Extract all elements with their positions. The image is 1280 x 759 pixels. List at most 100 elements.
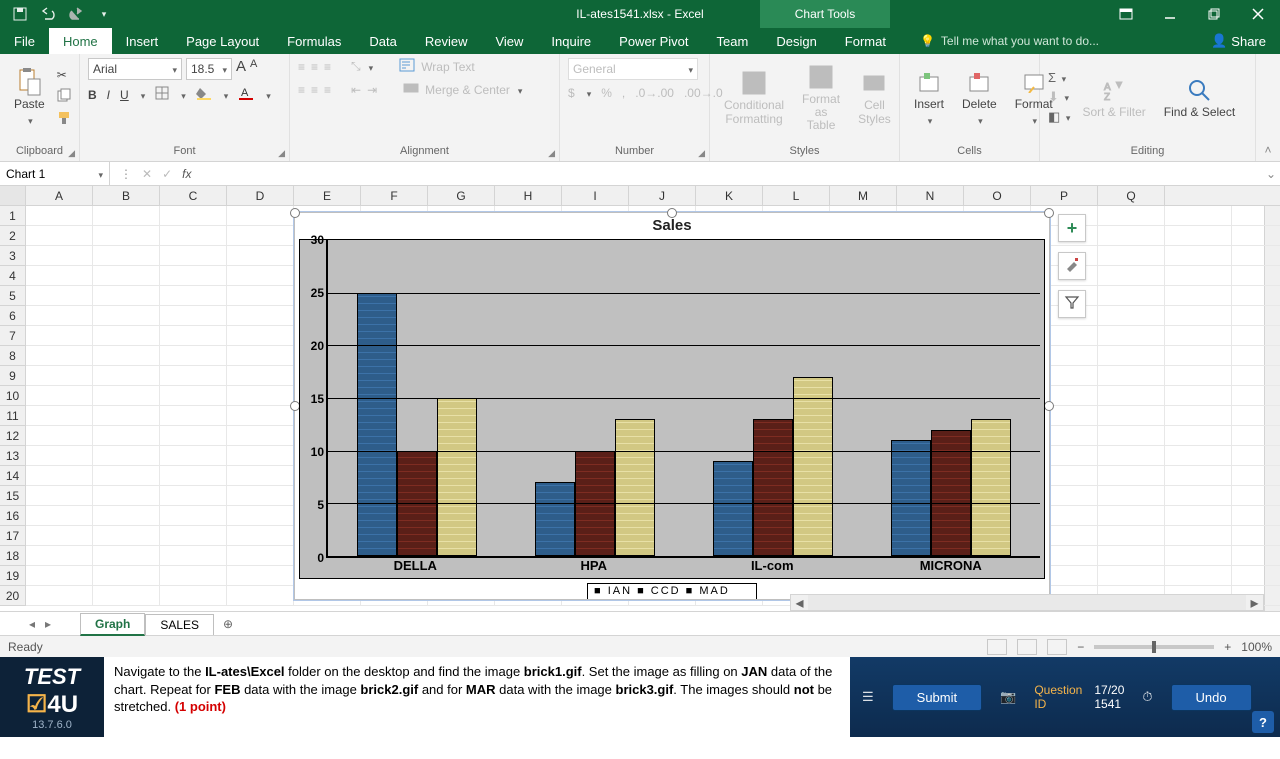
select-all-triangle[interactable]	[0, 186, 26, 205]
column-header[interactable]: C	[160, 186, 227, 205]
sheet-tab-sales[interactable]: SALES	[145, 614, 214, 635]
undo-button[interactable]: Undo	[1171, 684, 1252, 711]
normal-view-icon[interactable]	[987, 639, 1007, 655]
format-painter-icon[interactable]	[57, 111, 71, 128]
camera-icon[interactable]: 📷	[1000, 689, 1016, 705]
chart-bar[interactable]	[713, 461, 753, 556]
column-header[interactable]: F	[361, 186, 428, 205]
row-header[interactable]: 4	[0, 266, 25, 286]
wrap-text-icon[interactable]	[399, 58, 415, 75]
copy-icon[interactable]	[57, 88, 71, 105]
minimize-icon[interactable]	[1148, 0, 1192, 28]
row-header[interactable]: 7	[0, 326, 25, 346]
tab-format[interactable]: Format	[831, 28, 900, 54]
fill-color-icon[interactable]	[196, 86, 212, 103]
zoom-out-icon[interactable]: −	[1077, 640, 1084, 654]
tab-view[interactable]: View	[481, 28, 537, 54]
chart-y-axis[interactable]: 051015202530	[300, 240, 326, 558]
ribbon-display-options-icon[interactable]	[1104, 0, 1148, 28]
cancel-formula-icon[interactable]: ✕	[142, 167, 152, 181]
underline-button[interactable]: U	[120, 88, 129, 102]
dialog-launcher-icon[interactable]: ◢	[548, 148, 555, 159]
row-header[interactable]: 5	[0, 286, 25, 306]
tab-inquire[interactable]: Inquire	[537, 28, 605, 54]
enter-formula-icon[interactable]: ✓	[162, 167, 172, 181]
row-header[interactable]: 15	[0, 486, 25, 506]
qat-customize-icon[interactable]: ▾	[92, 3, 116, 25]
font-size-combo[interactable]: 18.5	[186, 58, 232, 80]
row-header[interactable]: 17	[0, 526, 25, 546]
row-header[interactable]: 11	[0, 406, 25, 426]
sheet-tab-graph[interactable]: Graph	[80, 613, 145, 636]
decrease-font-icon[interactable]: A	[250, 58, 257, 80]
row-header[interactable]: 8	[0, 346, 25, 366]
column-header[interactable]: G	[428, 186, 495, 205]
column-header[interactable]: B	[93, 186, 160, 205]
font-color-icon[interactable]: A	[238, 86, 254, 103]
resize-handle[interactable]	[290, 208, 300, 218]
row-header[interactable]: 20	[0, 586, 25, 606]
expand-formula-bar-icon[interactable]: ⌄	[1262, 162, 1280, 185]
paste-button[interactable]: Paste	[8, 64, 51, 130]
row-header[interactable]: 10	[0, 386, 25, 406]
resize-handle[interactable]	[667, 208, 677, 218]
name-box[interactable]: Chart 1	[0, 162, 110, 185]
tab-review[interactable]: Review	[411, 28, 482, 54]
autosum-icon[interactable]: Σ	[1048, 70, 1070, 85]
sheet-nav-prev-icon[interactable]: ◂	[29, 617, 35, 631]
save-icon[interactable]	[8, 3, 32, 25]
dialog-launcher-icon[interactable]: ◢	[68, 148, 75, 159]
column-header[interactable]: M	[830, 186, 897, 205]
column-header[interactable]: E	[294, 186, 361, 205]
column-header[interactable]: Q	[1098, 186, 1165, 205]
tab-power-pivot[interactable]: Power Pivot	[605, 28, 702, 54]
column-header[interactable]: O	[964, 186, 1031, 205]
column-header[interactable]: P	[1031, 186, 1098, 205]
zoom-in-icon[interactable]: +	[1224, 640, 1231, 654]
collapse-ribbon-icon[interactable]: ˄	[1256, 54, 1280, 161]
submit-button[interactable]: Submit	[892, 684, 982, 711]
row-header[interactable]: 19	[0, 566, 25, 586]
clock-icon[interactable]: ⏱	[1142, 689, 1152, 705]
increase-font-icon[interactable]: A	[236, 58, 246, 80]
row-header[interactable]: 2	[0, 226, 25, 246]
close-icon[interactable]	[1236, 0, 1280, 28]
tab-file[interactable]: File	[0, 28, 49, 54]
tab-design[interactable]: Design	[762, 28, 830, 54]
resize-handle[interactable]	[1044, 401, 1054, 411]
italic-button[interactable]: I	[107, 88, 110, 102]
menu-icon[interactable]: ☰	[862, 689, 874, 705]
dialog-launcher-icon[interactable]: ◢	[278, 148, 285, 159]
row-header[interactable]: 16	[0, 506, 25, 526]
scroll-left-icon[interactable]: ◂	[791, 595, 808, 610]
share-button[interactable]: 👤 Share	[1197, 28, 1280, 54]
new-sheet-button[interactable]: ⊕	[214, 617, 242, 631]
chart-bar[interactable]	[437, 398, 477, 556]
page-break-view-icon[interactable]	[1047, 639, 1067, 655]
column-header[interactable]: H	[495, 186, 562, 205]
chart-bar[interactable]	[357, 293, 397, 556]
borders-icon[interactable]	[155, 86, 169, 103]
row-header[interactable]: 9	[0, 366, 25, 386]
chart-legend[interactable]: ■ IAN ■ CCD ■ MAD	[587, 583, 757, 599]
column-header[interactable]: I	[562, 186, 629, 205]
chart-bar[interactable]	[615, 419, 655, 556]
chart-filters-button[interactable]	[1058, 290, 1086, 318]
chart-styles-button[interactable]	[1058, 252, 1086, 280]
restore-icon[interactable]	[1192, 0, 1236, 28]
zoom-slider[interactable]	[1094, 645, 1214, 649]
column-header[interactable]: N	[897, 186, 964, 205]
chart-plot-area[interactable]: 051015202530 DELLAHPAIL-comMICRONA	[299, 239, 1045, 579]
chart-bar[interactable]	[753, 419, 793, 556]
row-header[interactable]: 1	[0, 206, 25, 226]
help-button[interactable]: ?	[1252, 711, 1274, 733]
cut-icon[interactable]: ✂	[57, 68, 71, 82]
scroll-right-icon[interactable]: ▸	[1246, 595, 1263, 610]
row-header[interactable]: 6	[0, 306, 25, 326]
row-header[interactable]: 3	[0, 246, 25, 266]
zoom-level[interactable]: 100%	[1241, 640, 1272, 654]
tab-insert[interactable]: Insert	[112, 28, 173, 54]
column-header[interactable]: A	[26, 186, 93, 205]
chart-bar[interactable]	[891, 440, 931, 556]
tab-formulas[interactable]: Formulas	[273, 28, 355, 54]
